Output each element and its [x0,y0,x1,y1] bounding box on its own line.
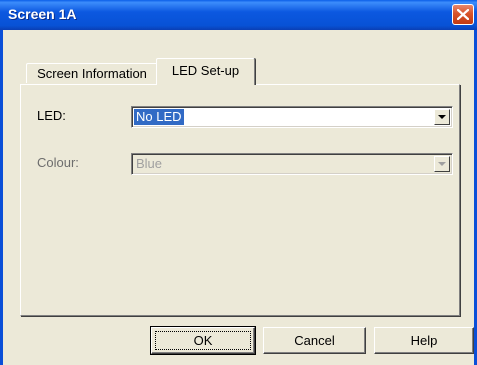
led-dropdown-button[interactable] [434,109,450,125]
ok-button[interactable]: OK [150,326,256,355]
led-dropdown[interactable]: No LED [131,106,453,128]
title-bar[interactable]: Screen 1A [0,0,477,30]
colour-dropdown-button[interactable] [434,156,450,172]
focus-rectangle [155,331,251,350]
cancel-button[interactable]: Cancel [263,327,366,354]
window-title: Screen 1A [8,6,77,22]
chevron-down-icon [438,115,446,119]
close-icon [457,9,469,20]
led-label: LED: [37,108,66,123]
tab-label: LED Set-up [171,63,240,78]
help-button[interactable]: Help [374,327,474,354]
colour-dropdown[interactable]: Blue [131,153,453,175]
tab-led-setup[interactable]: LED Set-up [156,58,255,85]
window-border-left [0,30,3,365]
cancel-button-label: Cancel [294,333,335,348]
colour-label: Colour: [37,155,79,170]
led-dropdown-value: No LED [134,109,184,125]
tab-label: Screen Information [37,66,147,81]
colour-dropdown-value: Blue [136,156,163,171]
chevron-down-icon [438,162,446,166]
close-button[interactable] [452,4,474,25]
tab-screen-information[interactable]: Screen Information [26,63,158,83]
active-tab-join [157,83,254,86]
help-button-label: Help [410,333,438,348]
